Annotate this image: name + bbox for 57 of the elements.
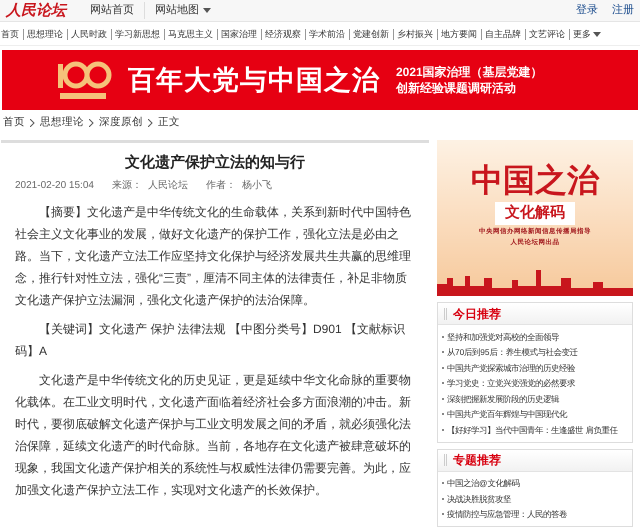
breadcrumb-link[interactable]: 正文 (157, 115, 181, 131)
double-bar-icon (444, 308, 447, 320)
nav-link[interactable]: 文艺评论 (524, 29, 568, 40)
nav-link[interactable]: 地方要闻 (436, 29, 480, 40)
nav-link[interactable]: 党建创新 (348, 29, 392, 40)
panel-title: 专题推荐 (453, 452, 501, 469)
nav-link[interactable]: 首页 (0, 29, 22, 40)
breadcrumb-link[interactable]: 思想理论 (39, 115, 85, 131)
nav-link[interactable]: 国家治理 (216, 29, 260, 40)
site-logo: 人民论坛 (6, 0, 66, 22)
recommend-link[interactable]: 中国之治@文化解码 (447, 477, 520, 490)
nav-link[interactable]: 思想理论 (22, 29, 66, 40)
banner-subtitle: 创新经验课题调研活动 (396, 80, 517, 96)
article-paragraph: 【摘要】文化遗产是中华传统文化的生命载体，关系到新时代中国特色社会主义文化事业的发展，做好文化遗产的保护工作，强化立法是必由之路。当下，文化遗产立法工作应坚持文化保护与经济发展共生共赢的思维理念，推行针对性立法，强化“三责”，厘清不同主体的法律责任，补足非物质文化遗产保护立法漏洞，强化文化遗产保护的法治保障。 (15, 204, 412, 309)
article-date: 2021-02-20 15:04 (15, 179, 94, 193)
source-name: 人民论坛 (148, 179, 188, 193)
top-link[interactable]: 网站首页 (80, 2, 144, 19)
recommend-link[interactable]: 中国共产党百年辉煌与中国现代化 (447, 408, 567, 420)
recommend-link[interactable]: 【好好学习】当代中国青年：生逢盛世 肩负重任 (447, 424, 618, 436)
double-bar-icon (444, 454, 447, 466)
nav-link[interactable]: 自主品牌 (480, 29, 524, 40)
recommend-link[interactable]: 坚持和加强党对高校的全面领导 (447, 330, 559, 343)
breadcrumb-link[interactable]: 深度原创 (98, 115, 144, 131)
chevron-icon (148, 119, 153, 127)
recommend-link[interactable]: 深刻把握新发展阶段的历史逻辑 (447, 392, 559, 405)
article-title: 文化遗产保护立法的知与行 (124, 152, 306, 173)
nav-link[interactable]: 学习新思想 (110, 29, 164, 40)
author-name: 杨小飞 (242, 178, 272, 193)
banner-title: 百年大党与中国之治 (128, 64, 380, 97)
nav-link[interactable]: 马克思主义 (164, 29, 216, 40)
article-paragraph: 文化遗产是中华传统文化的历史见证，更是延续中华文化命脉的重要物化载体。在工业文明时代，文化遗产面临着经济社会多方面浪潮的冲击。新时代，要彻底破解文化遗产保护与工业文明发展之间的矛盾，就必须强化法治保障，延续文化遗产的时代命脉。当前，各地存在文化遗产被肆意破坏的现象，我国文化遗产保护相关的系统性与权威性法律仍需要完善。为此，应加强文化遗产保护立法工作，实现对文化遗产的长效保护。 (15, 372, 412, 499)
nav-link[interactable]: 经济观察 (260, 29, 304, 40)
recommend-link[interactable]: 中国共产党探索城市治理的历史经验 (447, 362, 575, 374)
top-link[interactable]: 网站地图 (144, 2, 221, 19)
recommend-link[interactable]: 从70后到95后：养生模式与社会变迁 (447, 346, 578, 358)
caret-icon (203, 8, 211, 13)
chevron-icon (89, 119, 94, 127)
promo-title: 中国之治 (471, 162, 599, 198)
author-label: 作者： (206, 178, 236, 193)
chevron-icon (30, 119, 35, 127)
banner-subtitle: 2021国家治理（基层党建） (396, 64, 543, 80)
article-paragraph: 【关键词】文化遗产 保护 法律法规 【中图分类号】D901 【文献标识码】A (15, 321, 406, 360)
panel-title: 今日推荐 (453, 306, 501, 322)
register-link[interactable]: 注册 (612, 2, 634, 19)
promo-tag: 文化解码 (495, 202, 575, 224)
breadcrumb-link[interactable]: 首页 (2, 115, 26, 131)
recommend-link[interactable]: 疫情防控与应急管理：人民的答卷 (447, 508, 567, 520)
login-link[interactable]: 登录 (576, 2, 598, 19)
caret-icon (593, 32, 601, 37)
nav-link[interactable]: 乡村振兴 (392, 29, 436, 40)
recommend-link[interactable]: 学习党史：立党兴党强党的必然要求 (447, 377, 575, 390)
nav-link[interactable]: 人民时政 (66, 29, 110, 40)
more-link[interactable]: 更多 (568, 29, 604, 40)
source-label: 来源： (112, 178, 142, 193)
nav-link[interactable]: 学术前沿 (304, 29, 348, 40)
banner[interactable]: 百年大党与中国之治 2021国家治理（基层党建） 创新经验课题调研活动 (2, 50, 638, 110)
recommend-link[interactable]: 决战决胜脱贫攻坚 (447, 492, 511, 505)
